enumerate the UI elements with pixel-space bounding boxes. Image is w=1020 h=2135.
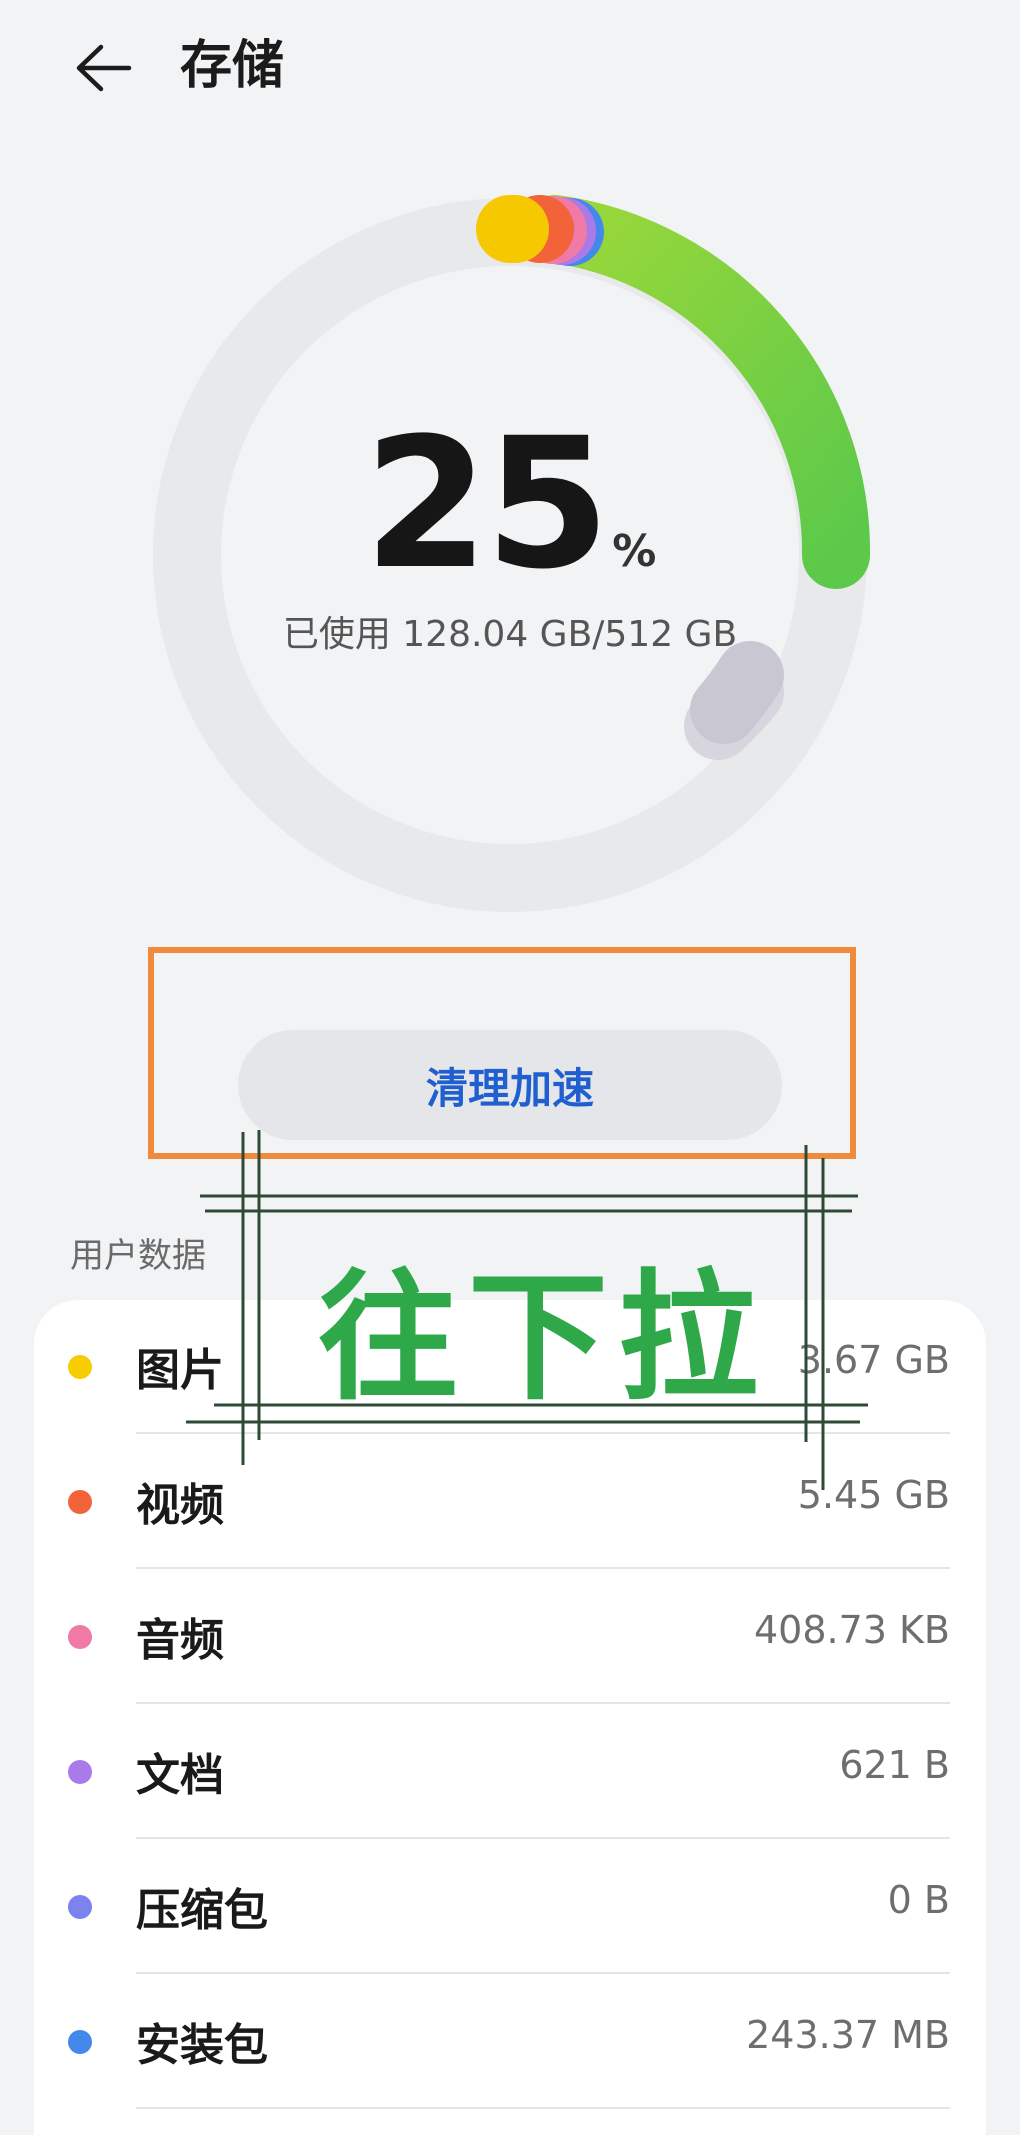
row-label: 视频: [136, 1480, 224, 1531]
storage-screen: 存储 25% 已使用 128.04 GB/512 GB 清理加速 用户数据 图片…: [0, 0, 1020, 2135]
archives-dot-icon: [68, 1895, 92, 1919]
row-value: 408.73 KB: [753, 1608, 950, 1652]
percent-sign: %: [612, 526, 657, 577]
list-item-archives[interactable]: 压缩包 0 B: [34, 1840, 986, 1974]
percent-value: 25: [363, 400, 610, 609]
row-label: 压缩包: [136, 1885, 268, 1936]
row-label: 文档: [136, 1750, 224, 1801]
back-button[interactable]: [62, 26, 146, 110]
row-value: 3.67 GB: [797, 1338, 950, 1382]
list-item-audio[interactable]: 音频 408.73 KB: [34, 1570, 986, 1704]
page-title: 存储: [180, 36, 285, 96]
divider: [136, 1837, 950, 1839]
row-value: 0 B: [887, 1878, 950, 1922]
divider: [136, 1567, 950, 1569]
documents-dot-icon: [68, 1760, 92, 1784]
section-label-user-data: 用户数据: [70, 1236, 206, 1276]
videos-dot-icon: [68, 1490, 92, 1514]
list-item-installers[interactable]: 安装包 243.37 MB: [34, 1975, 986, 2109]
row-value: 243.37 MB: [746, 2013, 950, 2057]
installers-dot-icon: [68, 2030, 92, 2054]
annotation-text: 往下拉: [318, 1257, 769, 1420]
storage-usage-ring: 25% 已使用 128.04 GB/512 GB: [150, 195, 870, 915]
divider: [136, 1972, 950, 1974]
list-item-videos[interactable]: 视频 5.45 GB: [34, 1435, 986, 1569]
list-item-documents[interactable]: 文档 621 B: [34, 1705, 986, 1839]
header-bar: 存储: [0, 0, 1020, 140]
row-label: 音频: [136, 1615, 224, 1666]
divider: [136, 2107, 950, 2109]
back-arrow-icon: [76, 44, 132, 92]
row-value: 621 B: [839, 1743, 950, 1787]
divider: [136, 1432, 950, 1434]
usage-text: 已使用 128.04 GB/512 GB: [282, 614, 738, 655]
divider: [136, 1702, 950, 1704]
row-label: 图片: [136, 1345, 224, 1396]
row-value: 5.45 GB: [797, 1473, 950, 1517]
clean-accelerate-button[interactable]: 清理加速: [238, 1030, 782, 1140]
ring-segment-system: [690, 641, 784, 744]
row-label: 安装包: [136, 2020, 268, 2071]
ring-cap-images-end: [476, 195, 544, 263]
audio-dot-icon: [68, 1625, 92, 1649]
usage-percent: 25%: [150, 410, 870, 600]
images-dot-icon: [68, 1355, 92, 1379]
